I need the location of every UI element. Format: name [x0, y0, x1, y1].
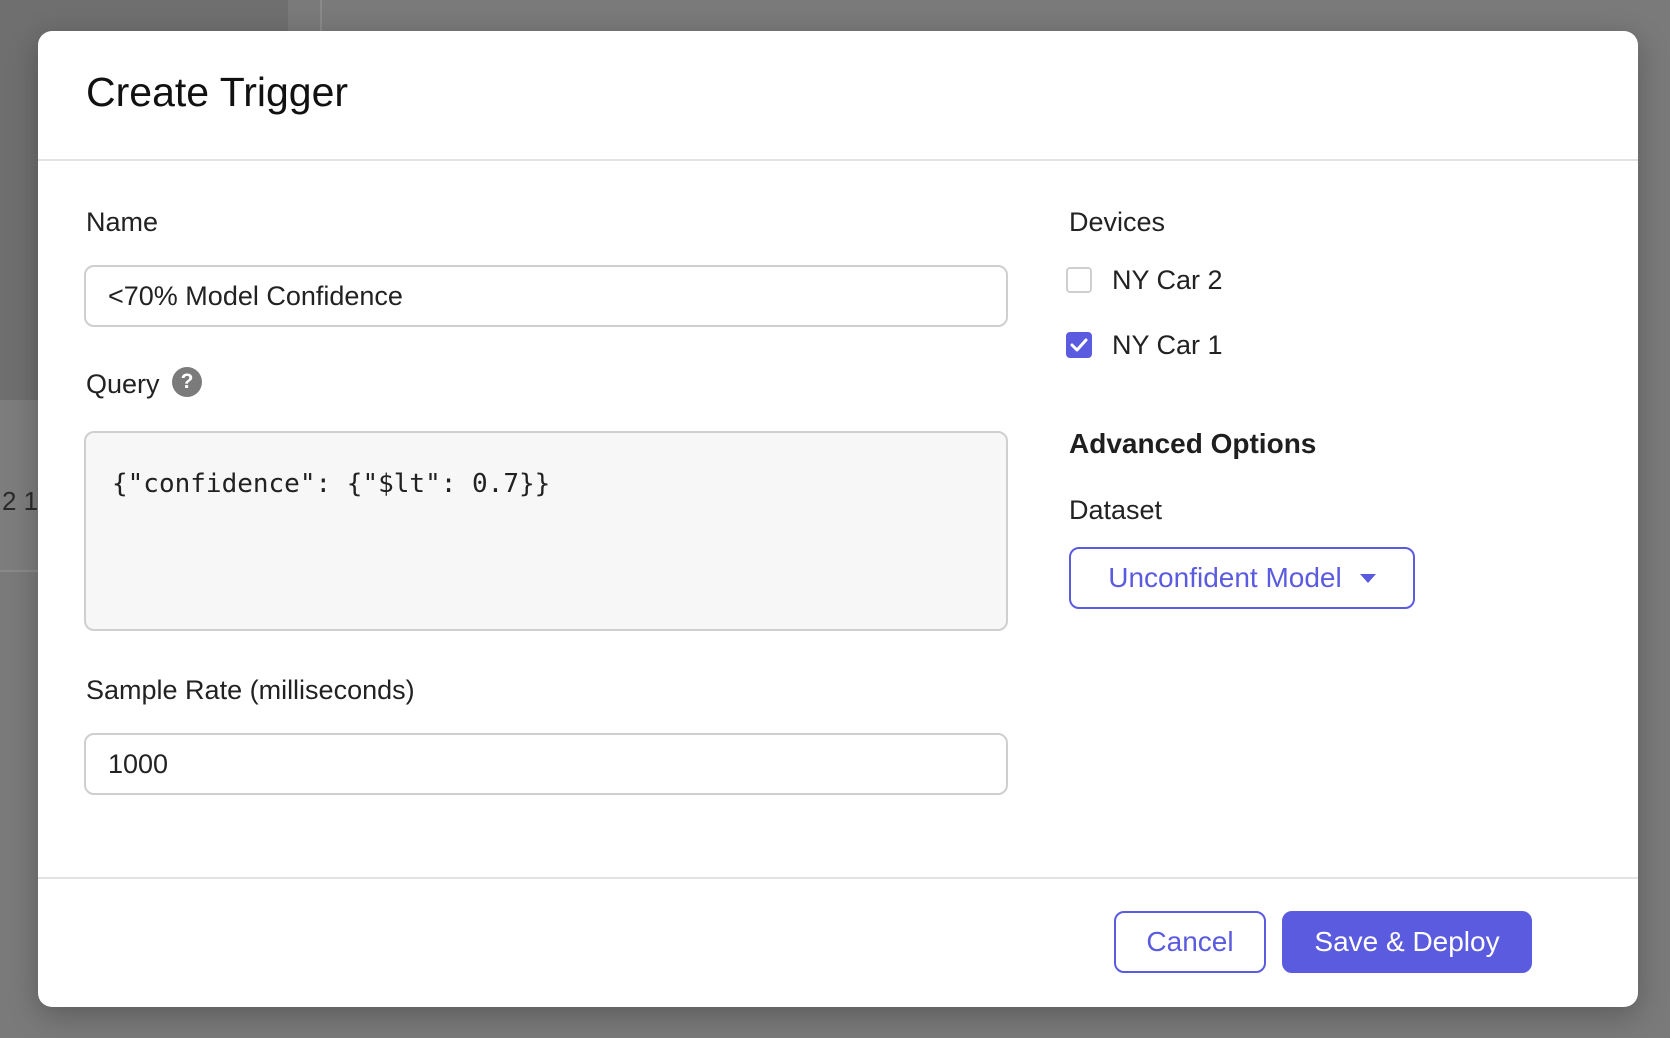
modal-body: Name Query ? Sample Rate (milliseconds) … — [38, 161, 1638, 879]
device-checkbox-ny-car-2[interactable] — [1066, 267, 1092, 293]
name-input[interactable] — [84, 265, 1008, 327]
name-label: Name — [86, 207, 159, 237]
dataset-label: Dataset — [1069, 495, 1163, 525]
query-editor[interactable] — [84, 431, 1008, 631]
help-icon[interactable]: ? — [172, 367, 202, 397]
sample-rate-label: Sample Rate (milliseconds) — [86, 675, 415, 705]
caret-down-icon — [1359, 573, 1376, 583]
dataset-dropdown[interactable]: Unconfident Model — [1069, 547, 1415, 609]
query-label: Query — [86, 369, 160, 399]
create-trigger-modal: Create Trigger Name Query ? Sample Rate … — [38, 31, 1638, 1007]
cancel-button[interactable]: Cancel — [1114, 911, 1266, 973]
advanced-options-heading: Advanced Options — [1069, 428, 1317, 459]
device-label-ny-car-1[interactable]: NY Car 1 — [1112, 330, 1223, 361]
background-partial-text: 2 1 — [2, 486, 39, 516]
device-label-ny-car-2[interactable]: NY Car 2 — [1112, 265, 1223, 296]
save-deploy-button[interactable]: Save & Deploy — [1282, 911, 1532, 973]
device-checkbox-ny-car-1[interactable] — [1066, 332, 1092, 358]
modal-header: Create Trigger — [38, 31, 1638, 161]
dataset-dropdown-value: Unconfident Model — [1108, 562, 1342, 593]
checkmark-icon — [1070, 338, 1088, 352]
devices-label: Devices — [1069, 207, 1166, 237]
sample-rate-input[interactable] — [84, 733, 1008, 795]
modal-title: Create Trigger — [86, 69, 349, 115]
